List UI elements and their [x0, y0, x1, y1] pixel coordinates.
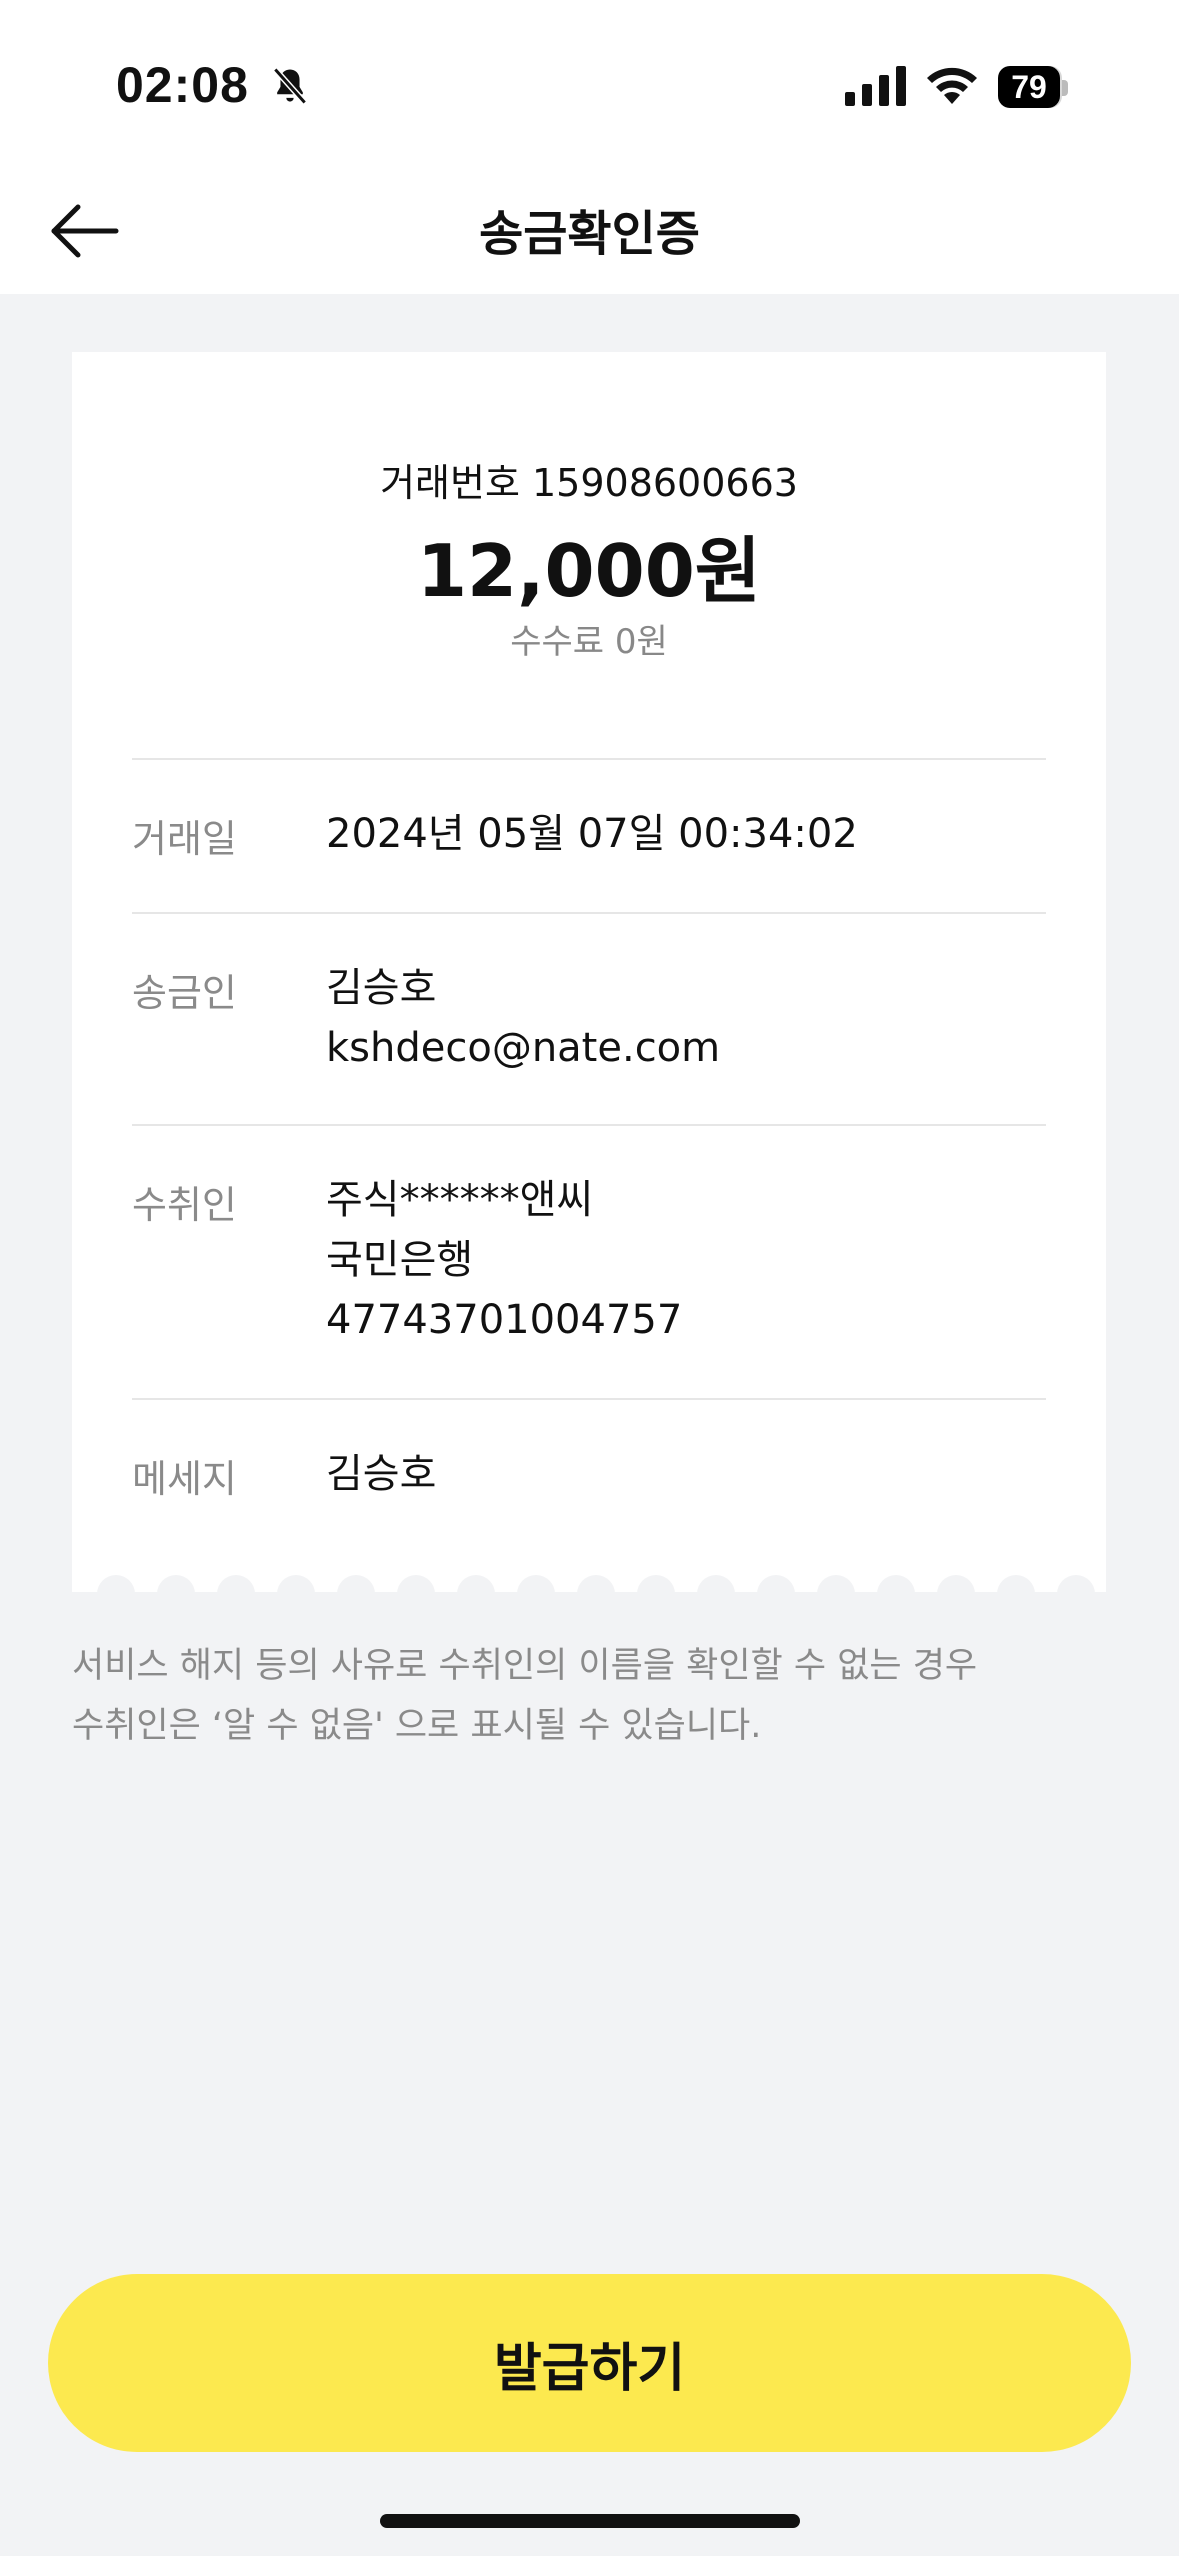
issue-button[interactable]: 발급하기 — [48, 2274, 1131, 2452]
recipient-account: 47743701004757 — [326, 1297, 683, 1343]
notice-line: 서비스 해지 등의 사유로 수취인의 이름을 확인할 수 없는 경우 — [72, 1646, 978, 1686]
date-value-line: 2024년 05월 07일 00:34:02 — [326, 811, 858, 857]
notice-text: 서비스 해지 등의 사유로 수취인의 이름을 확인할 수 없는 경우 수취인은 … — [72, 1636, 1112, 1756]
receipt-card: 거래번호 15908600663 12,000원 수수료 0원 거래일 2024… — [72, 352, 1106, 1592]
bell-off-icon — [273, 67, 307, 105]
page-title: 송금확인증 — [479, 206, 700, 262]
message-label: 메세지 — [132, 1457, 237, 1501]
divider — [132, 1124, 1046, 1126]
status-bar: 02:08 79 — [0, 0, 1179, 170]
sender-email: kshdeco@nate.com — [326, 1025, 721, 1071]
wifi-icon — [927, 67, 977, 104]
divider — [132, 1398, 1046, 1400]
recipient-name: 주식******앤씨 — [326, 1177, 594, 1223]
date-value: 2024년 05월 07일 00:34:02 — [326, 804, 858, 864]
message-text: 김승호 — [326, 1451, 437, 1497]
recipient-label: 수취인 — [132, 1183, 237, 1227]
divider — [132, 912, 1046, 914]
recipient-bank: 국민은행 — [326, 1237, 474, 1283]
battery-cap — [1062, 80, 1068, 96]
battery-icon: 79 — [998, 66, 1060, 108]
transfer-fee: 수수료 0원 — [510, 622, 668, 662]
notice-line: 수취인은 ‘알 수 없음' 으로 표시될 수 있습니다. — [72, 1706, 762, 1746]
date-label: 거래일 — [132, 817, 237, 861]
message-value: 김승호 — [326, 1444, 436, 1504]
cellular-signal-icon — [845, 66, 906, 106]
recipient-value: 주식******앤씨 국민은행 47743701004757 — [326, 1170, 682, 1350]
sender-value: 김승호 kshdeco@nate.com — [326, 958, 720, 1078]
sender-name: 김승호 — [326, 965, 437, 1011]
divider — [132, 758, 1046, 760]
navigation-bar: 송금확인증 — [0, 170, 1179, 294]
receipt-scalloped-edge — [72, 1572, 1106, 1612]
sender-label: 송금인 — [132, 971, 237, 1015]
transfer-amount: 12,000원 — [416, 529, 762, 613]
transaction-number: 거래번호 15908600663 — [380, 461, 798, 505]
home-indicator — [380, 2514, 800, 2528]
status-time: 02:08 — [116, 57, 249, 113]
